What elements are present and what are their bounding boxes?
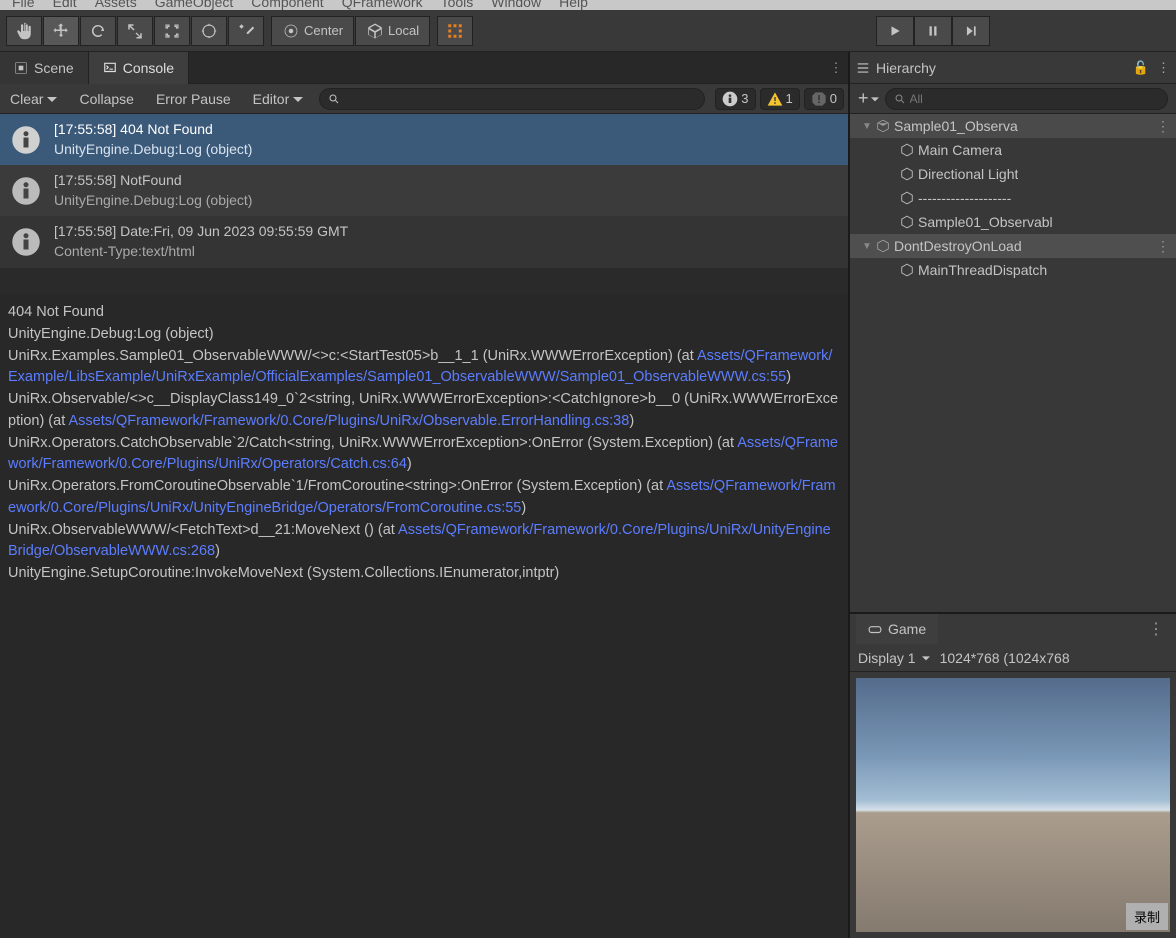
- console-search[interactable]: [319, 88, 705, 110]
- rect-tool-button[interactable]: [154, 16, 190, 46]
- play-button[interactable]: [876, 16, 914, 46]
- unity-scene-icon: [876, 239, 890, 253]
- pause-button[interactable]: [914, 16, 952, 46]
- error-pause-button[interactable]: Error Pause: [150, 84, 237, 113]
- panel-context-icon[interactable]: ⋮: [1142, 619, 1170, 639]
- unity-scene-icon: [876, 119, 890, 133]
- main-menubar[interactable]: FileEditAssets GameObjectComponentQFrame…: [0, 0, 1176, 10]
- gameobject-icon: [900, 191, 914, 205]
- info-icon: [8, 173, 44, 209]
- stack-link[interactable]: Assets/QFramework/Framework/0.Core/Plugi…: [68, 413, 629, 429]
- error-count-badge[interactable]: 0: [804, 88, 844, 110]
- pivot-local-button[interactable]: Local: [355, 16, 430, 46]
- record-indicator[interactable]: 录制: [1126, 903, 1168, 930]
- info-icon: [8, 224, 44, 260]
- hierarchy-icon: [856, 61, 870, 75]
- gameobject-icon: [900, 167, 914, 181]
- hierarchy-toolbar: +: [850, 84, 1176, 114]
- scene-row[interactable]: ▼DontDestroyOnLoad⋮: [850, 234, 1176, 258]
- move-tool-button[interactable]: [43, 16, 79, 46]
- search-icon: [894, 93, 906, 105]
- game-icon: [868, 622, 882, 636]
- gameobject-row[interactable]: --------------------: [850, 186, 1176, 210]
- gameobject-row[interactable]: Main Camera: [850, 138, 1176, 162]
- clear-button[interactable]: Clear: [4, 84, 63, 113]
- scale-tool-button[interactable]: [117, 16, 153, 46]
- main-toolbar: Center Local: [0, 10, 1176, 52]
- custom-tool-button[interactable]: [228, 16, 264, 46]
- row-context-icon[interactable]: ⋮: [1150, 118, 1176, 135]
- console-detail-pane[interactable]: 404 Not Found UnityEngine.Debug:Log (obj…: [0, 294, 848, 938]
- left-panel-tabs: Scene Console ⋮: [0, 52, 848, 84]
- hierarchy-search[interactable]: [885, 88, 1168, 110]
- log-entry[interactable]: [17:55:58] NotFoundUnityEngine.Debug:Log…: [0, 165, 848, 216]
- console-search-input[interactable]: [344, 92, 696, 106]
- game-tab[interactable]: Game: [856, 614, 938, 644]
- panel-context-icon[interactable]: ⋮: [1157, 60, 1170, 76]
- hierarchy-search-input[interactable]: [910, 92, 1159, 106]
- pivot-center-button[interactable]: Center: [271, 16, 354, 46]
- row-context-icon[interactable]: ⋮: [1150, 238, 1176, 255]
- panel-context-icon[interactable]: ⋮: [824, 60, 848, 76]
- gameobject-icon: [900, 263, 914, 277]
- gameobject-icon: [900, 143, 914, 157]
- scene-tab[interactable]: Scene: [0, 52, 89, 84]
- display-dropdown[interactable]: Display 1: [858, 650, 930, 666]
- hand-tool-button[interactable]: [6, 16, 42, 46]
- create-dropdown[interactable]: +: [858, 88, 879, 109]
- log-entry[interactable]: [17:55:58] 404 Not FoundUnityEngine.Debu…: [0, 114, 848, 165]
- gameobject-row[interactable]: Sample01_Observabl: [850, 210, 1176, 234]
- gameobject-icon: [900, 215, 914, 229]
- console-toolbar: Clear Collapse Error Pause Editor 3 1 0: [0, 84, 848, 114]
- hierarchy-header: Hierarchy 🔓 ⋮: [850, 52, 1176, 84]
- hierarchy-tree[interactable]: ▼Sample01_Observa⋮ Main Camera Direction…: [850, 114, 1176, 612]
- editor-dropdown[interactable]: Editor: [247, 84, 310, 113]
- step-button[interactable]: [952, 16, 990, 46]
- game-view[interactable]: [856, 678, 1170, 932]
- info-icon: [8, 122, 44, 158]
- info-count-badge[interactable]: 3: [715, 88, 755, 110]
- warn-count-badge[interactable]: 1: [760, 88, 800, 110]
- resolution-dropdown[interactable]: 1024*768 (1024x768: [940, 650, 1070, 666]
- gameobject-row[interactable]: Directional Light: [850, 162, 1176, 186]
- transform-tool-button[interactable]: [191, 16, 227, 46]
- hierarchy-title: Hierarchy: [876, 60, 936, 76]
- collapse-button[interactable]: Collapse: [73, 84, 139, 113]
- console-log-list: [17:55:58] 404 Not FoundUnityEngine.Debu…: [0, 114, 848, 294]
- search-icon: [328, 93, 340, 105]
- log-entry[interactable]: [17:55:58] Date:Fri, 09 Jun 2023 09:55:5…: [0, 216, 848, 267]
- lock-icon[interactable]: 🔓: [1133, 60, 1149, 76]
- game-toolbar: Display 1 1024*768 (1024x768: [850, 644, 1176, 672]
- console-tab[interactable]: Console: [89, 52, 189, 84]
- gameobject-row[interactable]: MainThreadDispatch: [850, 258, 1176, 282]
- rotate-tool-button[interactable]: [80, 16, 116, 46]
- game-panel-tabs: Game ⋮: [850, 614, 1176, 644]
- grid-snap-button[interactable]: [437, 16, 473, 46]
- scene-row[interactable]: ▼Sample01_Observa⋮: [850, 114, 1176, 138]
